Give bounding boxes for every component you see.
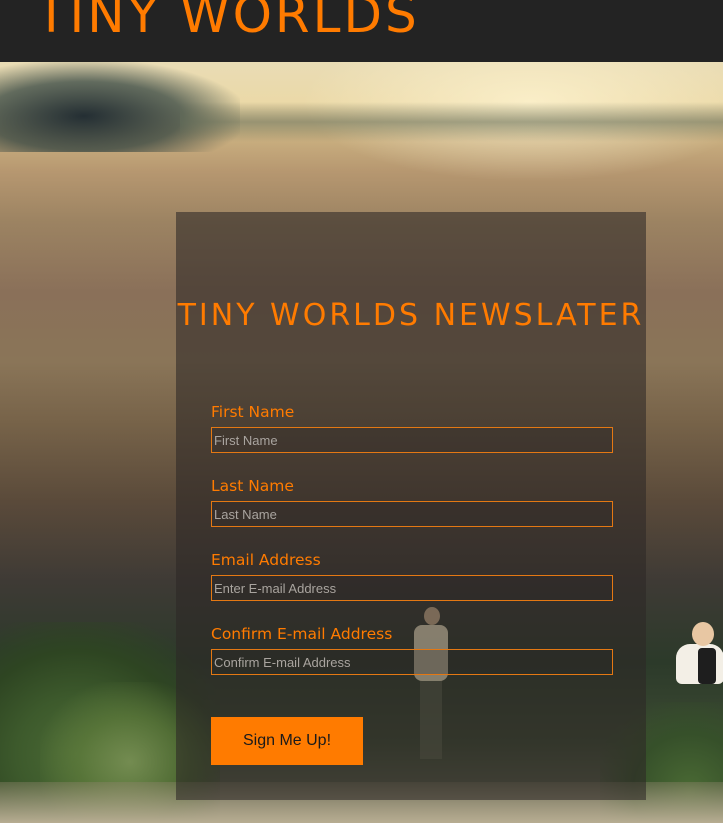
newsletter-signup-panel: TINY WORLDS NEWSLATER First Name Last Na… bbox=[176, 212, 646, 800]
first-name-field: First Name bbox=[211, 401, 613, 453]
email-field: Email Address bbox=[211, 549, 613, 601]
site-title[interactable]: TINY WORLDS bbox=[36, 0, 420, 40]
distant-treeline bbox=[180, 102, 723, 142]
first-name-label: First Name bbox=[211, 403, 295, 421]
newsletter-title: TINY WORLDS NEWSLATER bbox=[177, 298, 645, 333]
last-name-input[interactable] bbox=[211, 501, 613, 527]
confirm-email-label: Confirm E-mail Address bbox=[211, 625, 393, 643]
last-name-label: Last Name bbox=[211, 477, 294, 495]
email-input[interactable] bbox=[211, 575, 613, 601]
figure-head bbox=[692, 622, 714, 646]
site-header: TINY WORLDS bbox=[0, 0, 723, 62]
last-name-field: Last Name bbox=[211, 475, 613, 527]
sign-me-up-button[interactable]: Sign Me Up! bbox=[211, 717, 363, 765]
confirm-email-field: Confirm E-mail Address bbox=[211, 623, 613, 675]
figure-legs bbox=[420, 679, 442, 759]
first-name-input[interactable] bbox=[211, 427, 613, 453]
confirm-email-input[interactable] bbox=[211, 649, 613, 675]
figure-vest bbox=[698, 648, 716, 684]
email-label: Email Address bbox=[211, 551, 321, 569]
miniature-figure-right bbox=[676, 622, 723, 722]
